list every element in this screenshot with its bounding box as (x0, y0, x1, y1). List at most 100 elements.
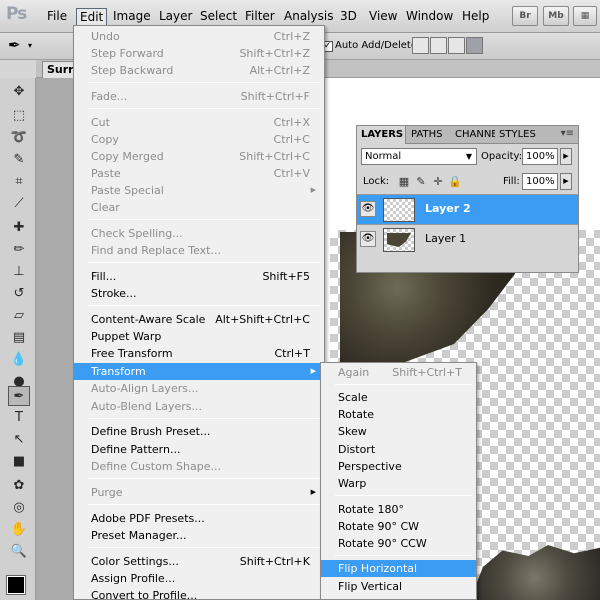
3d-orbit-tool-icon[interactable]: ◎ (8, 498, 30, 518)
foreground-color-swatch[interactable] (6, 575, 26, 595)
menu-item-step-backward[interactable]: Step Backward Alt+Ctrl+Z (74, 62, 324, 79)
pen-tool-preset-icon[interactable]: ✒ (8, 36, 21, 54)
menu-item-auto-align-layers[interactable]: Auto-Align Layers... (74, 380, 324, 397)
clone-stamp-tool-icon[interactable]: ⊥ (8, 262, 30, 282)
menu-view[interactable]: View (366, 8, 400, 26)
panel-menu-icon[interactable]: ▾≡ (561, 128, 574, 139)
menu-item-fill[interactable]: Fill... Shift+F5 (74, 268, 324, 285)
menu-item-free-transform[interactable]: Free Transform Ctrl+T (74, 345, 324, 362)
menu-item-fade[interactable]: Fade... Shift+Ctrl+F (74, 88, 324, 105)
chevron-down-icon[interactable]: ▾ (28, 41, 32, 50)
submenu-item-skew[interactable]: Skew (321, 423, 476, 440)
lasso-tool-icon[interactable]: ➰ (8, 128, 30, 148)
menu-help[interactable]: Help (459, 8, 492, 26)
submenu-item-rotate-90-cw[interactable]: Rotate 90° CW (321, 518, 476, 535)
submenu-item-perspective[interactable]: Perspective (321, 458, 476, 475)
bridge-button[interactable]: Br (512, 6, 538, 26)
type-tool-icon[interactable]: T (8, 408, 30, 428)
menu-item-define-brush-preset[interactable]: Define Brush Preset... (74, 423, 324, 440)
submenu-item-warp[interactable]: Warp (321, 475, 476, 492)
path-exclude-icon[interactable] (466, 37, 483, 54)
tab-layers[interactable]: LAYERS (357, 126, 406, 144)
menu-item-auto-blend-layers[interactable]: Auto-Blend Layers... (74, 398, 324, 415)
blend-mode-select[interactable]: Normal ▼ (361, 148, 477, 165)
menu-window[interactable]: Window (403, 8, 456, 26)
menu-item-preset-manager[interactable]: Preset Manager... (74, 527, 324, 544)
menu-item-paste[interactable]: Paste Ctrl+V (74, 165, 324, 182)
menu-item-purge[interactable]: Purge ▶ (74, 484, 324, 501)
menu-item-adobe-pdf-presets[interactable]: Adobe PDF Presets... (74, 510, 324, 527)
menu-item-check-spelling[interactable]: Check Spelling... (74, 225, 324, 242)
hand-tool-icon[interactable]: ✋ (8, 520, 30, 540)
menu-item-puppet-warp[interactable]: Puppet Warp (74, 328, 324, 345)
submenu-item-again[interactable]: Again Shift+Ctrl+T (321, 364, 476, 381)
lock-pixels-icon[interactable]: ✎ (414, 175, 428, 189)
path-selection-tool-icon[interactable]: ↖ (8, 430, 30, 450)
menu-filter[interactable]: Filter (242, 8, 278, 26)
menu-item-assign-profile[interactable]: Assign Profile... (74, 570, 324, 587)
move-tool-icon[interactable]: ✥ (8, 82, 30, 102)
tab-channels[interactable]: CHANNE (451, 126, 495, 144)
marquee-tool-icon[interactable]: ⬚ (8, 106, 30, 126)
pen-tool-icon[interactable]: ✒ (8, 386, 30, 406)
view-extras-icon[interactable]: ▦ (573, 6, 597, 26)
eraser-tool-icon[interactable]: ▱ (8, 306, 30, 326)
menu-3d[interactable]: 3D (337, 8, 360, 26)
menu-item-clear[interactable]: Clear (74, 199, 324, 216)
menu-item-cut[interactable]: Cut Ctrl+X (74, 114, 324, 131)
menu-item-paste-special[interactable]: Paste Special ▶ (74, 182, 324, 199)
menu-item-undo[interactable]: Undo Ctrl+Z (74, 28, 324, 45)
menu-item-stroke[interactable]: Stroke... (74, 285, 324, 302)
lock-all-icon[interactable]: 🔒 (448, 175, 462, 189)
menu-item-define-custom-shape[interactable]: Define Custom Shape... (74, 458, 324, 475)
submenu-item-rotate-90-ccw[interactable]: Rotate 90° CCW (321, 535, 476, 552)
crop-tool-icon[interactable]: ⌗ (8, 172, 30, 192)
submenu-item-rotate-180[interactable]: Rotate 180° (321, 501, 476, 518)
menu-item-transform[interactable]: Transform ▶ (74, 363, 324, 380)
lock-position-icon[interactable]: ✛ (431, 175, 445, 189)
menu-item-color-settings[interactable]: Color Settings... Shift+Ctrl+K (74, 553, 324, 570)
menu-edit[interactable]: Edit (76, 8, 108, 26)
submenu-item-flip-horizontal[interactable]: Flip Horizontal (321, 560, 476, 577)
minibridge-button[interactable]: Mb (543, 6, 569, 26)
tab-paths[interactable]: PATHS (407, 126, 451, 144)
quick-select-tool-icon[interactable]: ✎ (8, 150, 30, 170)
menu-item-step-forward[interactable]: Step Forward Shift+Ctrl+Z (74, 45, 324, 62)
layer-row-layer-2[interactable]: 👁 Layer 2 (357, 194, 578, 224)
healing-brush-tool-icon[interactable]: ✚ (8, 218, 30, 238)
submenu-item-flip-vertical[interactable]: Flip Vertical (321, 578, 476, 595)
eye-icon[interactable]: 👁 (360, 231, 376, 247)
brush-tool-icon[interactable]: ✏ (8, 240, 30, 260)
menu-item-define-pattern[interactable]: Define Pattern... (74, 441, 324, 458)
3d-rotate-tool-icon[interactable]: ✿ (8, 476, 30, 496)
fill-slider-arrow-icon[interactable]: ▶ (560, 173, 572, 190)
eye-icon[interactable]: 👁 (360, 201, 376, 217)
submenu-item-rotate[interactable]: Rotate (321, 406, 476, 423)
blur-tool-icon[interactable]: 💧 (8, 350, 30, 370)
menu-analysis[interactable]: Analysis (281, 8, 336, 26)
tab-styles[interactable]: STYLES (495, 126, 539, 144)
path-subtract-icon[interactable] (430, 37, 447, 54)
menu-item-copy[interactable]: Copy Ctrl+C (74, 131, 324, 148)
fill-input[interactable]: 100% (522, 173, 558, 190)
shape-tool-icon[interactable]: ■ (8, 452, 30, 472)
path-combine-icon[interactable] (412, 37, 429, 54)
gradient-tool-icon[interactable]: ▤ (8, 328, 30, 348)
submenu-item-scale[interactable]: Scale (321, 389, 476, 406)
menu-item-copy-merged[interactable]: Copy Merged Shift+Ctrl+C (74, 148, 324, 165)
menu-select[interactable]: Select (197, 8, 240, 26)
eyedropper-tool-icon[interactable]: ⟋ (8, 194, 30, 214)
history-brush-tool-icon[interactable]: ↺ (8, 284, 30, 304)
opacity-input[interactable]: 100% (522, 148, 558, 165)
menu-file[interactable]: File (44, 8, 70, 26)
menu-item-find-replace[interactable]: Find and Replace Text... (74, 242, 324, 259)
zoom-tool-icon[interactable]: 🔍 (8, 542, 30, 562)
lock-transparency-icon[interactable]: ▦ (397, 175, 411, 189)
menu-image[interactable]: Image (110, 8, 154, 26)
menu-layer[interactable]: Layer (156, 8, 195, 26)
submenu-item-distort[interactable]: Distort (321, 441, 476, 458)
menu-item-content-aware-scale[interactable]: Content-Aware Scale Alt+Shift+Ctrl+C (74, 311, 324, 328)
opacity-slider-arrow-icon[interactable]: ▶ (560, 148, 572, 165)
menu-item-convert-to-profile[interactable]: Convert to Profile... (74, 587, 324, 600)
layer-row-layer-1[interactable]: 👁 Layer 1 (357, 224, 578, 254)
